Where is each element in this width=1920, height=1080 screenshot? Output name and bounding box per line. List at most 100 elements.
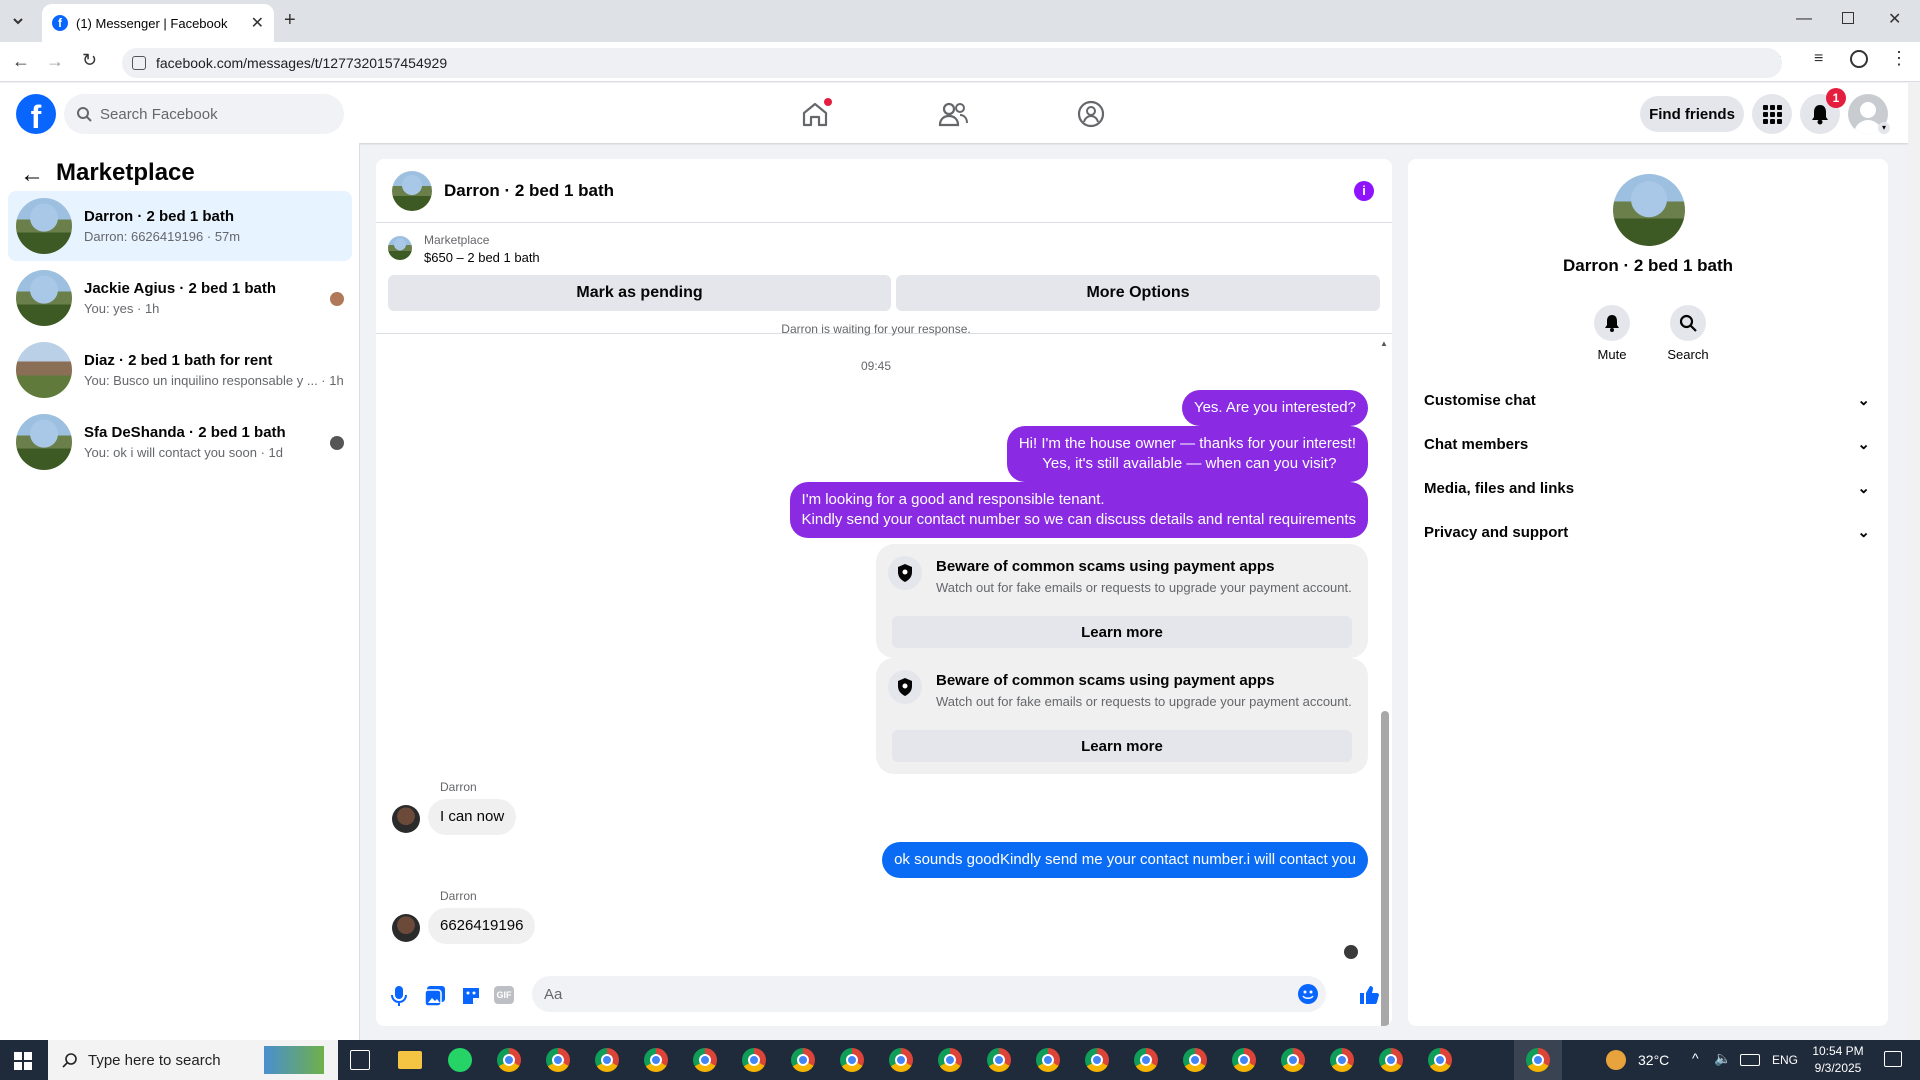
facebook-logo-icon[interactable]: f bbox=[16, 94, 56, 134]
search-icon bbox=[76, 106, 92, 122]
chat-title[interactable]: Darron · 2 bed 1 bath bbox=[444, 181, 614, 201]
conversation-preview: You: yes · 1h bbox=[84, 301, 160, 316]
outgoing-message[interactable]: Yes. Are you interested? bbox=[1181, 390, 1368, 426]
chrome-icon[interactable] bbox=[791, 1048, 815, 1072]
profile-picture[interactable] bbox=[1613, 174, 1685, 246]
listing-price[interactable]: $650 – 2 bed 1 bath bbox=[424, 250, 540, 265]
find-friends-button[interactable]: Find friends bbox=[1640, 96, 1744, 132]
chrome-icon[interactable] bbox=[497, 1048, 521, 1072]
sticker-icon[interactable] bbox=[460, 985, 482, 1007]
taskbar-search-input[interactable]: Type here to search bbox=[48, 1040, 338, 1080]
sender-avatar[interactable] bbox=[392, 805, 420, 833]
url-field[interactable]: facebook.com/messages/t/1277320157454929 bbox=[122, 48, 1782, 78]
customise-chat-section[interactable]: Customise chat ⌄ bbox=[1424, 382, 1876, 418]
chrome-icon[interactable] bbox=[1232, 1048, 1256, 1072]
whatsapp-icon[interactable] bbox=[448, 1048, 472, 1072]
like-thumb-icon[interactable] bbox=[1358, 984, 1380, 1006]
chrome-icon[interactable] bbox=[546, 1048, 570, 1072]
mic-icon[interactable] bbox=[390, 985, 408, 1007]
volume-icon[interactable]: 🔈 bbox=[1714, 1050, 1731, 1067]
notification-center-icon[interactable] bbox=[1884, 1051, 1902, 1067]
media-control-icon[interactable]: ≡ bbox=[1814, 50, 1823, 68]
search-conversation-button[interactable]: Search bbox=[1658, 305, 1718, 362]
conversation-item[interactable]: Darron · 2 bed 1 bath Darron: 6626419196… bbox=[8, 191, 352, 261]
chrome-icon[interactable] bbox=[693, 1048, 717, 1072]
weather-icon[interactable] bbox=[1606, 1050, 1626, 1070]
close-tab-icon[interactable]: ✕ bbox=[251, 13, 264, 33]
browser-menu-icon[interactable]: ⋮ bbox=[1890, 48, 1908, 69]
conversation-item[interactable]: Diaz · 2 bed 1 bath for rent You: Busco … bbox=[8, 335, 352, 405]
sender-avatar[interactable] bbox=[392, 914, 420, 942]
friends-icon[interactable] bbox=[938, 100, 968, 128]
browser-tab[interactable]: f (1) Messenger | Facebook ✕ bbox=[42, 4, 274, 42]
outgoing-message[interactable]: Hi! I'm the house owner — thanks for you… bbox=[1006, 426, 1368, 482]
chat-members-section[interactable]: Chat members ⌄ bbox=[1424, 426, 1876, 462]
learn-more-button[interactable]: Learn more bbox=[892, 616, 1352, 648]
more-options-button[interactable]: More Options bbox=[896, 275, 1380, 311]
chevron-down-icon[interactable]: ▾ bbox=[1878, 122, 1890, 134]
privacy-support-section[interactable]: Privacy and support ⌄ bbox=[1424, 514, 1876, 550]
chrome-icon[interactable] bbox=[1134, 1048, 1158, 1072]
chrome-icon[interactable] bbox=[840, 1048, 864, 1072]
chrome-icon[interactable] bbox=[644, 1048, 668, 1072]
chrome-icon[interactable] bbox=[1379, 1048, 1403, 1072]
gif-icon[interactable]: GIF bbox=[494, 986, 514, 1004]
incoming-message[interactable]: I can now bbox=[428, 799, 517, 835]
chrome-icon[interactable] bbox=[1428, 1048, 1452, 1072]
outgoing-message[interactable]: I'm looking for a good and responsible t… bbox=[789, 482, 1368, 538]
learn-more-button[interactable]: Learn more bbox=[892, 730, 1352, 762]
language-indicator[interactable]: ENG bbox=[1772, 1053, 1798, 1067]
profile-icon[interactable] bbox=[1850, 50, 1868, 68]
temperature[interactable]: 32°C bbox=[1638, 1052, 1669, 1068]
outgoing-message[interactable]: ok sounds goodKindly send me your contac… bbox=[882, 842, 1368, 878]
windows-start-icon[interactable] bbox=[14, 1052, 32, 1070]
minimize-icon[interactable]: — bbox=[1796, 10, 1812, 28]
scroll-thumb[interactable] bbox=[1381, 711, 1389, 1026]
notifications-button[interactable]: 1 bbox=[1800, 88, 1846, 134]
back-icon[interactable]: ← bbox=[12, 51, 30, 72]
tray-chevron-icon[interactable]: ^ bbox=[1692, 1050, 1699, 1066]
media-files-section[interactable]: Media, files and links ⌄ bbox=[1424, 470, 1876, 506]
restore-icon[interactable] bbox=[1842, 12, 1854, 24]
conversation-sidebar: ← Marketplace Darron · 2 bed 1 bath Darr… bbox=[0, 143, 360, 1040]
tab-list-icon[interactable] bbox=[8, 11, 28, 31]
conversation-item[interactable]: Jackie Agius · 2 bed 1 bath You: yes · 1… bbox=[8, 263, 352, 333]
emoji-icon[interactable] bbox=[1298, 984, 1318, 1004]
chrome-icon[interactable] bbox=[1281, 1048, 1305, 1072]
chrome-icon[interactable] bbox=[742, 1048, 766, 1072]
reload-icon[interactable]: ↻ bbox=[82, 50, 97, 71]
mark-pending-button[interactable]: Mark as pending bbox=[388, 275, 891, 311]
chrome-icon[interactable] bbox=[1330, 1048, 1354, 1072]
chrome-icon[interactable] bbox=[1183, 1048, 1207, 1072]
clock-time[interactable]: 10:54 PM bbox=[1808, 1044, 1868, 1058]
chrome-icon[interactable] bbox=[595, 1048, 619, 1072]
chrome-icon[interactable] bbox=[987, 1048, 1011, 1072]
chat-avatar[interactable] bbox=[392, 170, 432, 211]
mute-button[interactable]: Mute bbox=[1590, 305, 1634, 362]
incoming-message[interactable]: 6626419196 bbox=[428, 908, 536, 944]
chrome-icon[interactable] bbox=[1085, 1048, 1109, 1072]
conversation-item[interactable]: Sfa DeShanda · 2 bed 1 bath You: ok i wi… bbox=[8, 407, 352, 477]
keyboard-icon[interactable] bbox=[1740, 1054, 1760, 1066]
close-window-icon[interactable]: ✕ bbox=[1888, 9, 1901, 29]
task-view-icon[interactable] bbox=[350, 1050, 370, 1070]
back-arrow-icon[interactable]: ← bbox=[20, 161, 44, 189]
chrome-icon[interactable] bbox=[889, 1048, 913, 1072]
chrome-icon[interactable] bbox=[938, 1048, 962, 1072]
photo-icon[interactable] bbox=[424, 985, 446, 1007]
clock-date[interactable]: 9/3/2025 bbox=[1808, 1061, 1868, 1075]
forward-icon[interactable]: → bbox=[46, 51, 64, 72]
site-info-icon[interactable] bbox=[132, 56, 146, 70]
new-tab-icon[interactable]: + bbox=[284, 9, 296, 32]
facebook-search-input[interactable]: Search Facebook bbox=[64, 94, 344, 134]
chat-scrollbar[interactable]: ▲ ▼ bbox=[1378, 337, 1390, 1026]
menu-grid-button[interactable] bbox=[1752, 94, 1792, 134]
chrome-icon[interactable] bbox=[1036, 1048, 1060, 1072]
file-explorer-icon[interactable] bbox=[398, 1051, 422, 1069]
info-icon[interactable]: i bbox=[1354, 181, 1374, 201]
groups-icon[interactable] bbox=[1076, 100, 1106, 128]
chrome-icon[interactable] bbox=[1526, 1048, 1550, 1072]
page-scrollbar[interactable] bbox=[1908, 83, 1920, 1040]
home-icon[interactable] bbox=[800, 98, 832, 128]
message-input[interactable]: Aa bbox=[532, 976, 1326, 1012]
